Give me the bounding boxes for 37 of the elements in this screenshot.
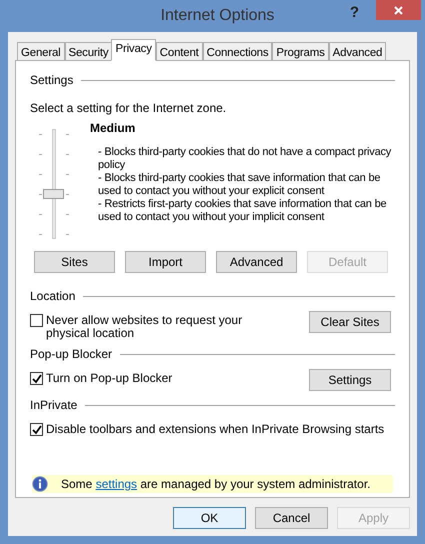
checkbox[interactable] [30,314,43,327]
section-heading: Pop-up Blocker [30,346,112,363]
info-icon [32,476,48,492]
section-heading: Settings [30,72,74,89]
prompt-text: Select a setting for the Internet zone. [30,100,228,117]
privacy-button[interactable]: Sites [34,251,115,273]
window-title: Internet Options [160,6,274,26]
description-text: - Restricts first-party cookies that save information that can be used to contact you without your implicit consent [98,198,388,224]
section-button[interactable]: Settings [309,369,391,391]
settings-link[interactable]: settings [96,477,138,491]
checkbox[interactable] [30,372,43,385]
help-button[interactable]: ? [350,2,359,24]
close-icon [394,6,403,14]
info-text: Some settings are managed by your system administrator. [61,476,370,493]
tab[interactable]: General [17,42,65,61]
section-button[interactable]: Clear Sites [309,311,391,333]
checkbox[interactable] [30,423,43,436]
privacy-button[interactable]: Advanced [216,251,297,273]
tab[interactable]: Content [156,42,203,61]
description-text: - Blocks third-party cookies that save information that can be used to contact you without your explicit consent [98,172,382,198]
section-heading: InPrivate [30,397,78,414]
tab[interactable]: Security [64,42,112,61]
description-text: - Blocks third-party cookies that do not have a compact privacy policy [98,146,392,172]
dialog-button[interactable]: Cancel [255,507,328,529]
close-button[interactable] [376,0,421,20]
tab[interactable]: Connections [202,42,272,61]
dialog-button[interactable]: OK [173,507,246,529]
level-name: Medium [90,120,136,137]
checkbox-label: Turn on Pop-up Blocker [46,372,174,385]
section-heading: Location [30,288,76,305]
tab[interactable]: Programs [272,42,329,61]
checkbox-label: Disable toolbars and extensions when InPrivate Browsing starts [46,423,384,436]
checkbox-label: Never allow websites to request your physical location [46,314,244,340]
slider-thumb[interactable] [43,189,64,199]
tab[interactable]: Privacy [111,39,156,61]
privacy-button[interactable]: Import [125,251,206,273]
tab[interactable]: Advanced [328,42,386,61]
